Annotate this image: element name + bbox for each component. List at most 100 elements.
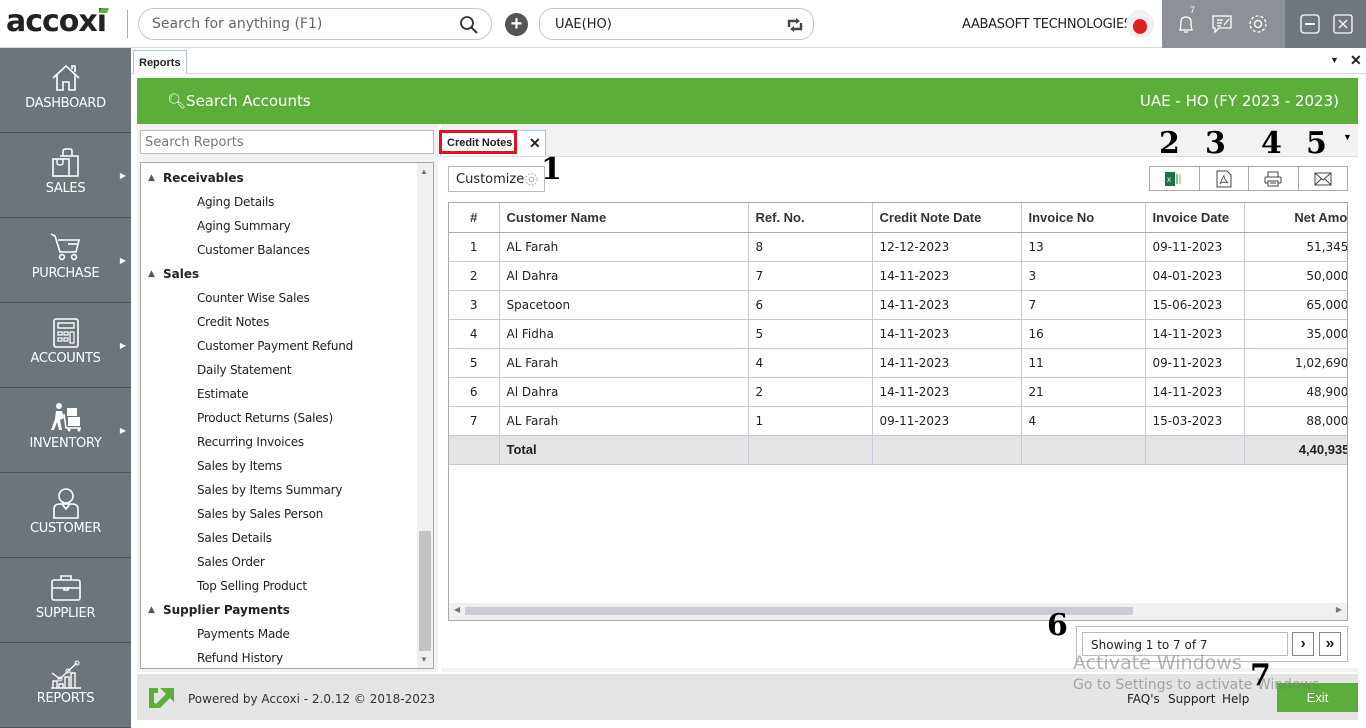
table-row[interactable]: 6Al Dahra214-11-20232114-11-202348,900.0… xyxy=(449,377,1347,407)
refresh-icon[interactable] xyxy=(785,15,805,35)
report-group[interactable]: ▲ Sales xyxy=(141,261,433,285)
tab-reports[interactable]: Reports xyxy=(133,50,187,74)
collapse-icon[interactable]: ▲ xyxy=(148,261,155,287)
report-item[interactable]: Product Returns (Sales) xyxy=(141,405,433,429)
sidebar-item-reports[interactable]: REPORTS xyxy=(0,643,131,728)
close-window-icon[interactable] xyxy=(1332,13,1354,35)
report-item[interactable]: Credit Notes xyxy=(141,309,433,333)
message-icon[interactable] xyxy=(1210,12,1234,36)
user-avatar[interactable] xyxy=(1126,10,1154,38)
sidebar-item-dashboard[interactable]: DASHBOARD xyxy=(0,48,131,133)
collapse-icon[interactable]: ▲ xyxy=(148,597,155,623)
sidebar-item-supplier[interactable]: SUPPLIER xyxy=(0,558,131,643)
report-item[interactable]: Aging Details xyxy=(141,189,433,213)
customize-button[interactable]: Customize xyxy=(448,166,545,192)
report-group[interactable]: ▲ Supplier Payments xyxy=(141,597,433,621)
report-group[interactable]: ▲ Receivables xyxy=(141,165,433,189)
last-page-button[interactable]: » xyxy=(1319,632,1341,656)
table-cell: 7 xyxy=(1021,290,1146,320)
envelope-icon xyxy=(1314,172,1332,185)
close-tab-icon[interactable]: ✕ xyxy=(529,135,541,152)
column-header[interactable]: Ref. No. xyxy=(748,203,873,233)
export-dropdown-icon[interactable]: ▼ xyxy=(1343,132,1352,142)
print-button[interactable] xyxy=(1249,167,1299,190)
sidebar-item-sales[interactable]: SALES ▶ xyxy=(0,133,131,218)
report-item[interactable]: Recurring Invoices xyxy=(141,429,433,453)
company-selector[interactable]: AABASOFT TECHNOLOGIES▶ xyxy=(962,17,1143,32)
report-item[interactable]: Daily Statement xyxy=(141,357,433,381)
bell-icon[interactable] xyxy=(1174,12,1198,36)
column-header[interactable]: Invoice No xyxy=(1021,203,1146,233)
sidebar-item-inventory[interactable]: INVENTORY ▶ xyxy=(0,388,131,473)
search-reports[interactable] xyxy=(140,130,434,154)
excel-export-button[interactable]: x xyxy=(1150,167,1200,190)
column-header[interactable]: Customer Name xyxy=(499,203,749,233)
table-cell: 14-11-2023 xyxy=(872,319,1022,349)
help-link[interactable]: Help xyxy=(1222,692,1249,706)
sidebar-item-customer[interactable]: CUSTOMER xyxy=(0,473,131,558)
scroll-down-icon[interactable]: ▼ xyxy=(420,655,428,664)
table-cell: 14-11-2023 xyxy=(872,290,1022,320)
scroll-up-icon[interactable]: ▲ xyxy=(420,167,428,176)
scroll-thumb[interactable] xyxy=(419,531,431,651)
global-search[interactable] xyxy=(138,8,492,40)
pdf-export-button[interactable] xyxy=(1200,167,1249,190)
search-icon[interactable] xyxy=(459,15,479,35)
report-item[interactable]: Sales by Items xyxy=(141,453,433,477)
global-search-input[interactable] xyxy=(152,16,442,32)
table-row[interactable]: 1AL Farah812-12-20231309-11-202351,345.0… xyxy=(449,232,1347,262)
table-row[interactable]: 7AL Farah109-11-2023415-03-202388,000.00 xyxy=(449,406,1347,436)
column-header[interactable]: Net Amount xyxy=(1244,203,1347,233)
table-row[interactable]: 5 AL Farah 4 14-11-2023 11 09-11-2023 1,02,690… xyxy=(449,348,1347,378)
table-cell: 3 xyxy=(1021,261,1146,291)
report-item[interactable]: Counter Wise Sales xyxy=(141,285,433,309)
search-accounts-button[interactable]: 🔍︎Search Accounts xyxy=(167,92,311,110)
scroll-right-icon[interactable]: ▶ xyxy=(1336,605,1342,614)
scroll-thumb[interactable] xyxy=(465,607,1133,615)
report-item[interactable]: Sales by Items Summary xyxy=(141,477,433,501)
table-cell: 2 xyxy=(748,377,873,407)
report-item[interactable]: Sales Details xyxy=(141,525,433,549)
reports-scrollbar[interactable]: ▲ ▼ xyxy=(417,163,433,668)
next-page-button[interactable]: › xyxy=(1292,632,1314,656)
collapse-icon[interactable]: ▲ xyxy=(148,165,155,191)
horizontal-scrollbar[interactable]: ◀ ▶ xyxy=(449,603,1347,620)
report-item[interactable]: Sales Order xyxy=(141,549,433,573)
column-header[interactable]: Invoice Date xyxy=(1145,203,1245,233)
minimize-icon[interactable] xyxy=(1299,13,1321,35)
support-link[interactable]: Support xyxy=(1168,692,1215,706)
report-item[interactable]: Customer Balances xyxy=(141,237,433,261)
table-cell: 1 xyxy=(748,406,873,436)
sidebar-item-purchase[interactable]: PURCHASE ▶ xyxy=(0,218,131,303)
table-cell: AL Farah xyxy=(499,348,749,378)
report-item[interactable]: Customer Payment Refund xyxy=(141,333,433,357)
email-button[interactable] xyxy=(1299,167,1348,190)
total-label: Total xyxy=(499,435,749,465)
table-cell: 51,345.00 xyxy=(1244,232,1347,262)
reports-tree: ▲ Receivables Aging Details Aging Summary Cu… xyxy=(140,162,434,669)
report-item[interactable]: Sales by Sales Person xyxy=(141,501,433,525)
table-row[interactable]: 3Spacetoon614-11-2023715-06-202365,000.0… xyxy=(449,290,1347,320)
branch-selector[interactable]: UAE(HO) xyxy=(539,8,814,40)
callout-number: 5 xyxy=(1306,126,1327,161)
report-item[interactable]: Estimate xyxy=(141,381,433,405)
search-reports-input[interactable] xyxy=(141,131,433,153)
caret-right-icon: ▶ xyxy=(119,256,126,265)
report-item[interactable]: Aging Summary xyxy=(141,213,433,237)
faq-link[interactable]: FAQ's xyxy=(1127,692,1160,706)
divider xyxy=(127,10,128,38)
column-header[interactable]: # xyxy=(449,203,500,233)
sidebar-item-accounts[interactable]: ACCOUNTS ▶ xyxy=(0,303,131,388)
tab-dropdown-icon[interactable]: ▼ xyxy=(1330,55,1339,65)
table-row[interactable]: 4Al Fidha514-11-20231614-11-202335,000.0… xyxy=(449,319,1347,349)
report-item[interactable]: Top Selling Product xyxy=(141,573,433,597)
scroll-left-icon[interactable]: ◀ xyxy=(454,605,460,614)
tab-close-icon[interactable]: ✕ xyxy=(1350,52,1362,69)
report-item[interactable]: Refund History xyxy=(141,645,433,668)
table-row[interactable]: 2Al Dahra714-11-2023304-01-202350,000.00 xyxy=(449,261,1347,291)
gear-icon[interactable] xyxy=(1246,12,1270,36)
table-cell: 7 xyxy=(449,406,500,436)
column-header[interactable]: Credit Note Date xyxy=(872,203,1022,233)
add-button[interactable]: + xyxy=(505,13,528,36)
report-item[interactable]: Payments Made xyxy=(141,621,433,645)
